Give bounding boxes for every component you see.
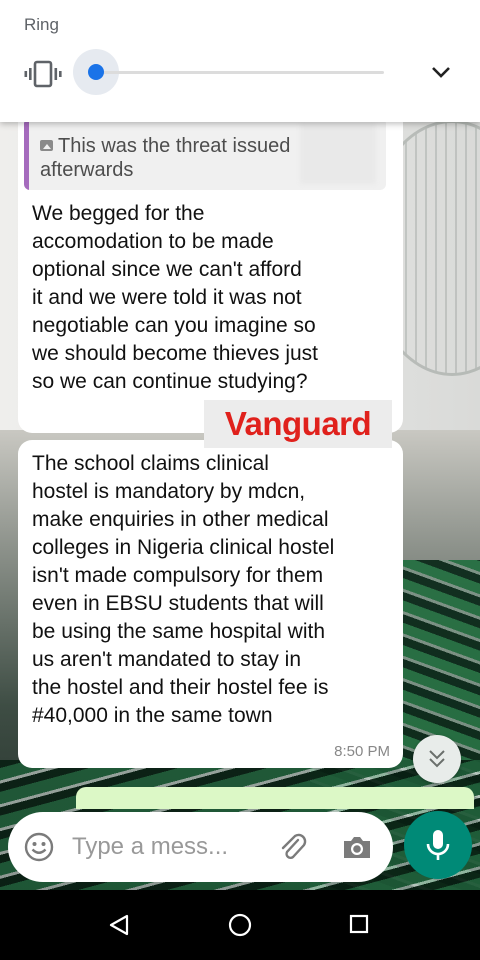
quoted-message[interactable]: This was the threat issued afterwards [24,118,386,190]
home-circle-icon[interactable] [228,913,252,937]
quoted-label: This was the threat issued afterwards [40,135,291,181]
system-navigation-bar [0,890,480,960]
message-text: The school claims clinical hostel is man… [32,452,335,727]
outgoing-message-partial[interactable] [76,787,474,809]
double-chevron-down-icon [429,750,445,768]
watermark-text: Vanguard [224,405,372,442]
volume-slider-track[interactable] [96,71,384,74]
volume-panel: Ring [0,0,480,122]
message-timestamp: 8:50 PM [334,743,390,760]
paperclip-icon[interactable] [276,831,308,863]
scroll-to-bottom-button[interactable] [413,735,461,783]
incoming-message[interactable]: This was the threat issued afterwards We… [18,100,403,433]
message-input[interactable]: Type a mess... [72,833,262,861]
photo-icon [40,140,53,151]
volume-panel-title: Ring [24,15,59,34]
recents-square-icon[interactable] [349,914,369,934]
message-composer: Type a mess... [8,812,393,882]
voice-message-button[interactable] [404,811,472,879]
message-text: We begged for the accomodation to be mad… [32,202,318,393]
quoted-text: This was the threat issued afterwards [40,134,320,182]
mic-icon [426,830,450,860]
chevron-down-icon[interactable] [428,62,454,82]
camera-icon[interactable] [341,833,373,861]
quote-accent-bar [24,118,29,190]
volume-slider-thumb[interactable] [88,64,104,80]
vanguard-watermark: Vanguard [204,400,392,448]
vibrate-icon[interactable] [24,60,62,88]
incoming-message[interactable]: The school claims clinical hostel is man… [18,440,403,768]
emoji-icon[interactable] [24,832,54,862]
back-triangle-icon[interactable] [108,914,130,936]
